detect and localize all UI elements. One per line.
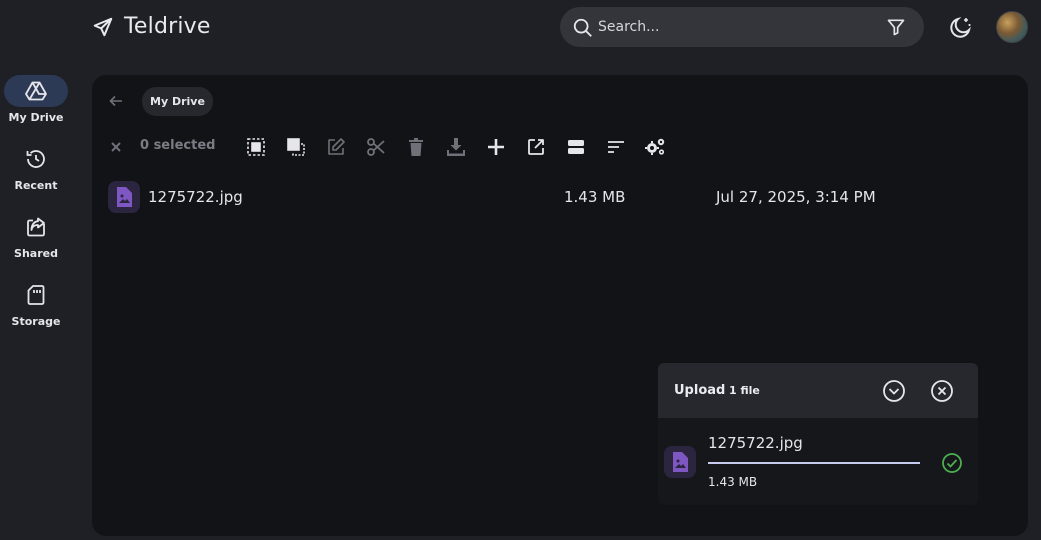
select-all-button[interactable] (245, 136, 267, 158)
copy-button[interactable] (285, 136, 307, 158)
sidebar-item-label: Storage (11, 315, 61, 328)
trash-icon (409, 138, 423, 156)
breadcrumb-current: My Drive (150, 95, 205, 108)
upload-file-name: 1275722.jpg (708, 434, 803, 452)
selected-count: 0 selected (140, 138, 216, 153)
search-input[interactable] (598, 15, 878, 39)
upload-progress-bar (708, 462, 920, 464)
sd-card-icon (27, 285, 45, 305)
copy-icon (287, 138, 305, 156)
upload-file-size: 1.43 MB (708, 475, 758, 489)
share-icon (27, 217, 45, 237)
brand[interactable]: Teldrive (92, 14, 211, 39)
edit-icon (328, 138, 345, 155)
sidebar-item-label: Shared (14, 247, 58, 260)
file-size: 1.43 MB (564, 188, 626, 206)
filter-icon[interactable] (886, 17, 906, 37)
upload-panel: Upload 1 file 1275722.jpg 1.43 MB (658, 363, 978, 505)
search-bar[interactable] (560, 7, 924, 47)
upload-header: Upload 1 file (658, 363, 978, 418)
file-thumbnail (108, 181, 140, 213)
sidebar-item-storage[interactable]: Storage (4, 279, 68, 339)
theme-toggle-icon[interactable] (947, 15, 973, 41)
sort-icon (608, 141, 624, 153)
top-bar: Teldrive (0, 0, 1041, 56)
image-file-icon (673, 452, 688, 472)
open-external-button[interactable] (525, 136, 547, 158)
history-icon (26, 150, 45, 168)
close-icon (111, 142, 121, 152)
file-name: 1275722.jpg (148, 188, 243, 206)
send-icon (93, 17, 113, 36)
scissors-icon (367, 138, 385, 156)
upload-item: 1275722.jpg 1.43 MB (658, 418, 978, 505)
sidebar-item-label: Recent (14, 179, 58, 192)
file-modified-date: Jul 27, 2025, 3:14 PM (716, 188, 876, 206)
view-toggle-button[interactable] (565, 136, 587, 158)
clear-selection-button[interactable] (105, 136, 127, 158)
search-icon (573, 18, 592, 37)
sidebar-item-shared[interactable]: Shared (4, 211, 68, 271)
upload-title: Upload (674, 383, 726, 398)
app-title: Teldrive (124, 14, 211, 39)
collapse-icon[interactable] (882, 379, 906, 403)
check-circle-icon (942, 453, 962, 473)
cut-button[interactable] (365, 136, 387, 158)
sidebar-item-my-drive[interactable]: My Drive (4, 75, 68, 135)
settings-button[interactable] (645, 136, 667, 158)
image-file-icon (117, 187, 132, 207)
sidebar-item-recent[interactable]: Recent (4, 143, 68, 203)
plus-icon (488, 139, 504, 155)
gears-icon (645, 138, 665, 155)
download-icon (447, 138, 465, 156)
rename-button[interactable] (325, 136, 347, 158)
sidebar-item-label: My Drive (8, 111, 64, 124)
upload-progress-fill (708, 462, 920, 464)
upload-thumbnail (664, 446, 696, 478)
external-link-icon (528, 139, 544, 155)
avatar[interactable] (996, 11, 1028, 43)
drive-icon (25, 81, 47, 101)
breadcrumb[interactable]: My Drive (142, 87, 213, 116)
view-list-icon (568, 140, 584, 154)
close-circle-icon[interactable] (930, 379, 954, 403)
back-arrow-icon[interactable] (108, 93, 124, 109)
new-button[interactable] (485, 136, 507, 158)
sort-button[interactable] (605, 136, 627, 158)
toolbar: 0 selected (92, 133, 1028, 161)
select-all-icon (247, 138, 265, 156)
file-row[interactable]: 1275722.jpg 1.43 MB Jul 27, 2025, 3:14 P… (108, 181, 1012, 215)
upload-count: 1 file (729, 384, 760, 397)
delete-button[interactable] (405, 136, 427, 158)
download-button[interactable] (445, 136, 467, 158)
